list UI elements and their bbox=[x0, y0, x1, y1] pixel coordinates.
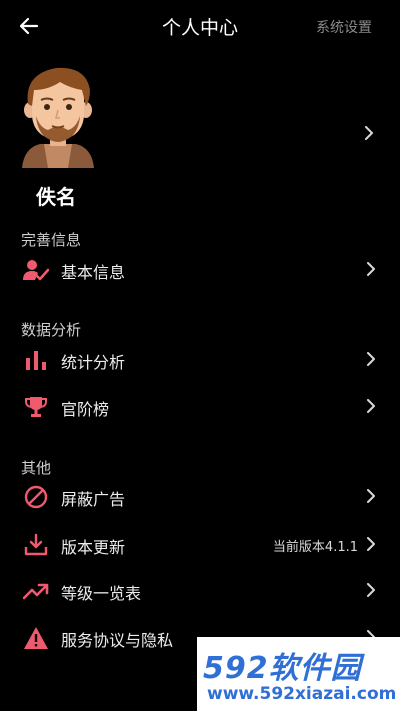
menu-item-label: 服务协议与隐私 bbox=[61, 631, 174, 650]
chevron-right-icon bbox=[367, 537, 375, 551]
section-title-analysis: 数据分析 bbox=[21, 321, 82, 339]
menu-item-level-table[interactable]: 等级一览表 bbox=[0, 571, 400, 611]
menu-item-label: 官阶榜 bbox=[61, 400, 110, 419]
chevron-right-icon bbox=[367, 262, 375, 276]
current-version-text: 当前版本4.1.1 bbox=[272, 540, 358, 555]
system-settings-link[interactable]: 系统设置 bbox=[316, 17, 372, 37]
trophy-icon bbox=[22, 394, 50, 420]
top-bar: 个人中心 系统设置 bbox=[0, 0, 400, 52]
download-icon bbox=[22, 532, 50, 558]
chevron-right-icon bbox=[367, 489, 375, 503]
profile-card[interactable] bbox=[0, 60, 400, 176]
trending-up-icon bbox=[22, 578, 50, 604]
chevron-right-icon bbox=[365, 126, 373, 140]
menu-item-label: 基本信息 bbox=[61, 263, 126, 282]
watermark-brand: 592软件园 bbox=[203, 651, 362, 686]
menu-item-basic-info[interactable]: 基本信息 bbox=[0, 250, 400, 290]
menu-item-label: 屏蔽广告 bbox=[61, 490, 126, 509]
chevron-right-icon bbox=[367, 352, 375, 366]
watermark-url: www.592xiazai.com bbox=[207, 684, 397, 704]
chevron-right-icon bbox=[367, 399, 375, 413]
menu-item-label: 等级一览表 bbox=[61, 584, 142, 603]
watermark: 592软件园 www.592xiazai.com bbox=[197, 637, 400, 711]
user-check-icon bbox=[22, 257, 50, 283]
menu-item-label: 统计分析 bbox=[61, 353, 126, 372]
menu-item-label: 版本更新 bbox=[61, 538, 126, 557]
block-icon bbox=[22, 484, 50, 510]
bar-chart-icon bbox=[22, 347, 50, 373]
personal-center-screen: 个人中心 系统设置 佚名 完善信息 基本信息 数据分析 统计分析 官阶榜 其他 … bbox=[0, 0, 400, 711]
section-title-other: 其他 bbox=[21, 459, 52, 477]
warning-icon bbox=[22, 625, 50, 651]
username: 佚名 bbox=[36, 185, 76, 209]
section-title-info: 完善信息 bbox=[21, 231, 82, 249]
menu-item-rank-list[interactable]: 官阶榜 bbox=[0, 387, 400, 427]
chevron-right-icon bbox=[367, 583, 375, 597]
avatar bbox=[22, 67, 94, 168]
menu-item-statistics[interactable]: 统计分析 bbox=[0, 340, 400, 380]
menu-item-block-ads[interactable]: 屏蔽广告 bbox=[0, 477, 400, 517]
menu-item-version-update[interactable]: 版本更新 当前版本4.1.1 bbox=[0, 525, 400, 565]
